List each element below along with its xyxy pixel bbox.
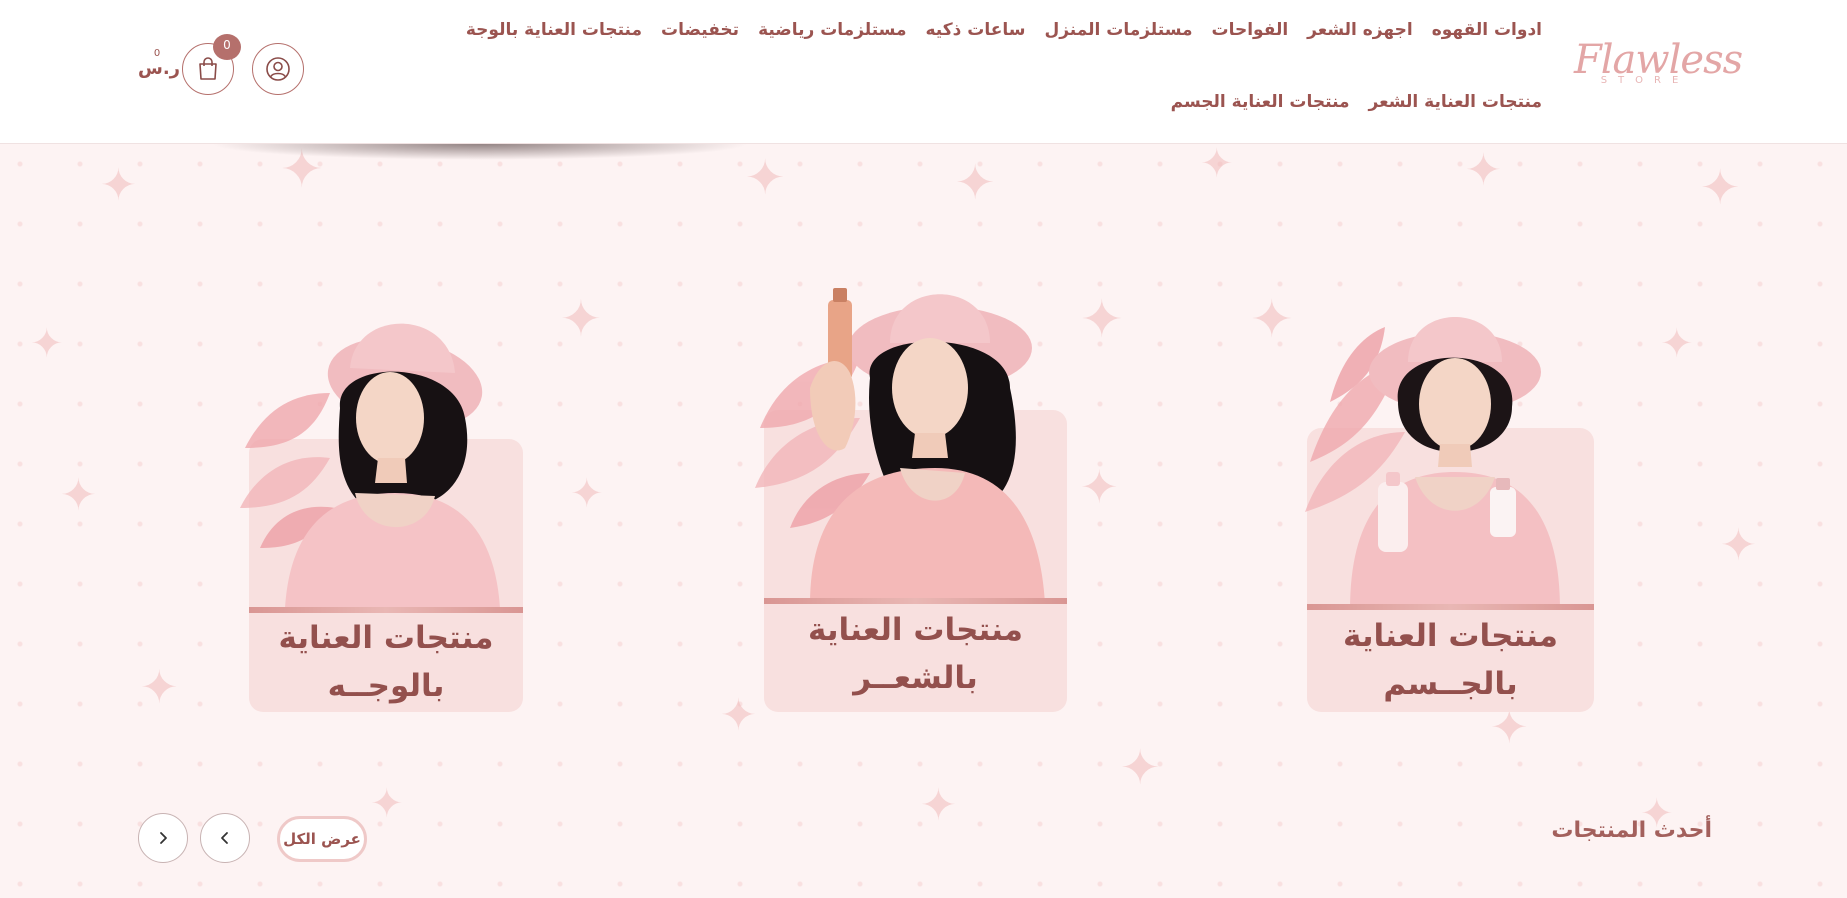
carousel-next-button[interactable] [138, 813, 188, 863]
sparkle-decoration: ✦ [745, 150, 786, 206]
sparkle-decoration: ✦ [1720, 520, 1757, 571]
nav-item-hair-devices[interactable]: اجهزه الشعر [1307, 16, 1413, 44]
category-title-line2: بالوجــه [327, 668, 445, 704]
model-photo [1305, 317, 1560, 610]
sparkle-decoration: ✦ [1080, 460, 1119, 514]
cart-total-currency: ر.س [138, 58, 181, 79]
nav-item-face-care[interactable]: منتجات العناية بالوجة [466, 16, 642, 44]
sparkle-decoration: ✦ [920, 780, 957, 831]
nav-item-smart-watches[interactable]: ساعات ذكيه [925, 16, 1025, 44]
carousel-prev-button[interactable] [200, 813, 250, 863]
sparkle-decoration: ✦ [570, 471, 604, 517]
account-button[interactable] [252, 43, 304, 95]
category-title: منتجات العناية بالشعــر [764, 606, 1067, 702]
sparkle-decoration: ✦ [370, 781, 404, 827]
sparkle-decoration: ✦ [100, 160, 137, 211]
nav-item-coffee-tools[interactable]: ادوات القهوه [1432, 16, 1542, 44]
nav-item-home-supplies[interactable]: مستلزمات المنزل [1044, 16, 1192, 44]
card-divider [764, 598, 1067, 604]
sparkle-decoration: ✦ [720, 690, 757, 741]
sparkle-decoration: ✦ [1660, 321, 1694, 367]
cart-total: 0 ر.س [138, 48, 181, 80]
nav-item-hair-care[interactable]: منتجات العناية الشعر [1369, 88, 1542, 116]
category-title-line1: منتجات العناية [1343, 618, 1558, 654]
sparkle-decoration: ✦ [560, 290, 602, 348]
shopping-bag-icon [199, 57, 217, 80]
cart-count-badge: 0 [213, 34, 241, 60]
card-divider [249, 607, 523, 613]
card-divider [1307, 604, 1594, 610]
sparkle-decoration: ✦ [140, 660, 179, 714]
model-photo [755, 288, 1045, 604]
nav-item-body-care[interactable]: منتجات العناية الجسم [1171, 88, 1350, 116]
category-title-line2: بالشعــر [853, 660, 978, 696]
nav-item-diffusers[interactable]: الفواحات [1212, 16, 1289, 44]
sparkle-decoration: ✦ [30, 321, 64, 367]
sparkle-decoration: ✦ [1200, 144, 1234, 187]
sparkle-decoration: ✦ [1250, 290, 1294, 350]
sparkle-decoration: ✦ [1120, 740, 1161, 796]
main-nav: ادوات القهوه اجهزه الشعر الفواحات مستلزم… [422, 16, 1542, 116]
cart-total-amount: 0 [153, 48, 161, 59]
chevron-right-icon [160, 832, 167, 844]
nav-item-sports-supplies[interactable]: مستلزمات رياضية [758, 16, 906, 44]
chevron-left-icon [221, 832, 228, 844]
sparkle-decoration: ✦ [1080, 290, 1124, 350]
header-shadow-decoration [210, 144, 750, 160]
site-header: Flawless STORE ادوات القهوه اجهزه الشعر … [0, 0, 1847, 144]
category-title: منتجات العناية بالوجــه [249, 614, 523, 710]
view-all-button[interactable]: عرض الكل [277, 816, 367, 862]
model-photo [240, 323, 500, 608]
category-title-line2: بالجــسم [1383, 666, 1518, 702]
category-title-line1: منتجات العناية [278, 620, 494, 656]
user-icon [266, 57, 290, 81]
category-title: منتجات العناية بالجــسم [1307, 612, 1594, 708]
nav-item-discounts[interactable]: تخفيضات [661, 16, 739, 44]
latest-products-title: أحدث المنتجات [1551, 818, 1712, 843]
sparkle-decoration: ✦ [60, 470, 97, 521]
category-title-line1: منتجات العناية [808, 612, 1023, 648]
sparkle-decoration: ✦ [955, 155, 996, 211]
sparkle-decoration: ✦ [1465, 145, 1502, 196]
sparkle-decoration: ✦ [1700, 160, 1741, 216]
store-logo[interactable]: Flawless STORE [1574, 38, 1743, 98]
